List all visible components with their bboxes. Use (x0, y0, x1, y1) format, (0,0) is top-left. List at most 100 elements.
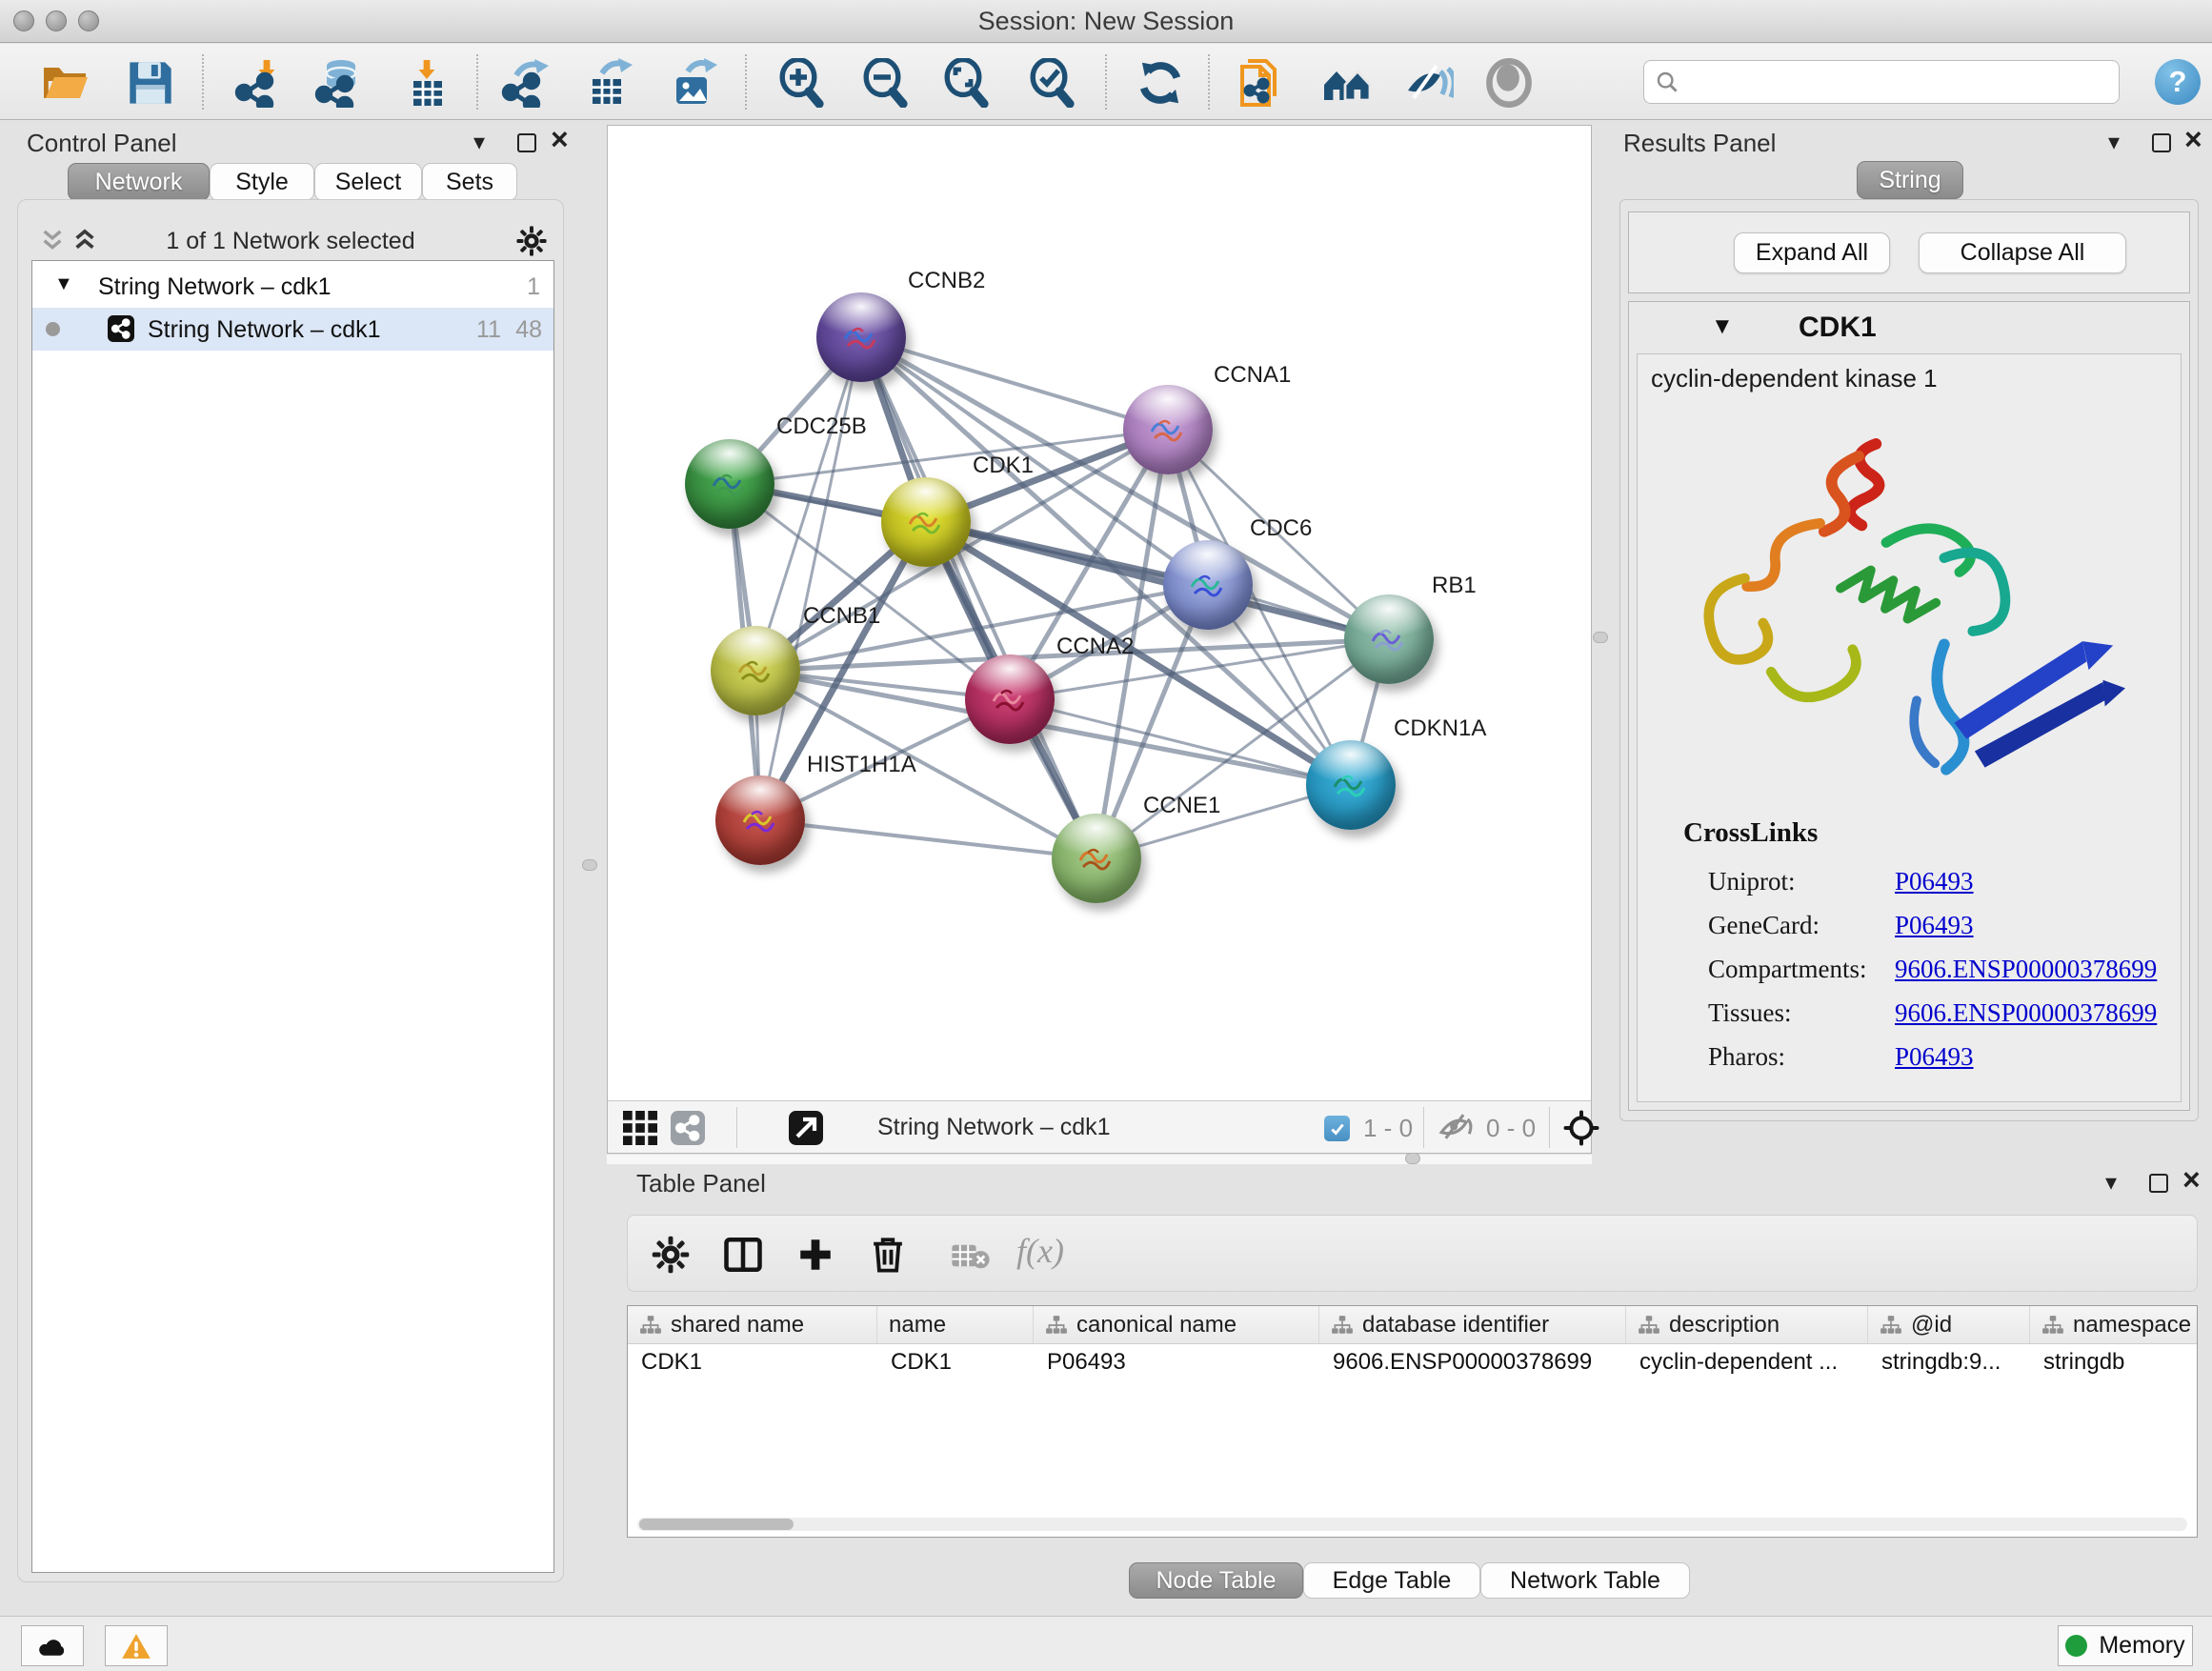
network-node-hist1h1a[interactable] (715, 775, 805, 865)
network-row[interactable]: String Network – cdk1 11 48 (32, 308, 553, 351)
hide-selected-button[interactable] (1402, 56, 1456, 110)
horizontal-scrollbar[interactable] (637, 1518, 2187, 1531)
crosslink-link[interactable]: P06493 (1895, 911, 1974, 940)
search-input[interactable] (1686, 69, 2107, 95)
network-node-ccnb1[interactable] (711, 626, 800, 715)
protein-section-header[interactable]: ▼ CDK1 (1629, 302, 2189, 353)
splitter-handle[interactable] (1593, 632, 1608, 643)
panel-menu-icon[interactable]: ▾ (473, 129, 485, 156)
crosshair-icon[interactable] (1562, 1109, 1600, 1147)
table-cell[interactable]: CDK1 (628, 1344, 877, 1380)
show-columns-icon[interactable] (723, 1235, 763, 1275)
export-image-button[interactable] (667, 56, 720, 110)
zoom-in-button[interactable] (774, 56, 827, 110)
network-view-mode-icon[interactable] (671, 1111, 705, 1145)
panel-close-icon[interactable]: × (2184, 122, 2202, 157)
crosslink-link[interactable]: P06493 (1895, 1042, 1974, 1072)
selected-checkbox[interactable] (1324, 1116, 1350, 1141)
import-network-database-button[interactable] (312, 56, 366, 110)
panel-float-icon[interactable] (517, 133, 536, 152)
crosslink-link[interactable]: 9606.ENSP00000378699 (1895, 955, 2157, 984)
network-canvas[interactable]: CCNB2 CCNA1 CDC25B CDK1 CDC6 RB1 CCNB1 C… (608, 126, 1591, 1100)
crosslink-link[interactable]: P06493 (1895, 867, 1974, 896)
network-options-gear-icon[interactable] (515, 225, 548, 257)
open-session-button[interactable] (38, 56, 91, 110)
network-edge[interactable] (861, 337, 1168, 430)
import-table-file-button[interactable] (400, 56, 453, 110)
cloud-button[interactable] (21, 1625, 84, 1666)
tab-network[interactable]: Network (68, 163, 210, 201)
network-node-rb1[interactable] (1344, 594, 1434, 684)
table-cell[interactable]: stringdb (2030, 1344, 2198, 1380)
network-edge[interactable] (760, 337, 861, 820)
network-node-ccna1[interactable] (1123, 385, 1213, 474)
column-header--id[interactable]: @id (1868, 1306, 2030, 1343)
network-edge[interactable] (926, 522, 1389, 639)
tab-sets[interactable]: Sets (422, 163, 517, 201)
save-session-button[interactable] (124, 56, 177, 110)
panel-menu-icon[interactable]: ▾ (2108, 129, 2120, 156)
export-network-button[interactable] (499, 56, 553, 110)
network-node-cdkn1a[interactable] (1306, 740, 1396, 830)
table-options-gear-icon[interactable] (651, 1235, 691, 1275)
table-cell[interactable]: cyclin-dependent ... (1626, 1344, 1868, 1380)
column-header-shared-name[interactable]: shared name (628, 1306, 877, 1343)
network-node-ccne1[interactable] (1052, 814, 1141, 903)
tab-string[interactable]: String (1857, 161, 1963, 199)
grid-view-icon[interactable] (623, 1111, 657, 1145)
help-button[interactable]: ? (2155, 59, 2201, 105)
show-all-button[interactable] (1482, 56, 1536, 110)
network-node-cdk1[interactable] (881, 477, 971, 567)
table-cell[interactable]: stringdb:9... (1868, 1344, 2030, 1380)
add-column-icon[interactable] (795, 1235, 835, 1275)
zoom-fit-button[interactable] (938, 56, 992, 110)
column-header-description[interactable]: description (1626, 1306, 1868, 1343)
delete-column-trash-icon[interactable] (868, 1235, 908, 1275)
network-collection-row[interactable]: ▼ String Network – cdk1 1 (32, 265, 553, 308)
memory-button[interactable]: Memory (2058, 1625, 2193, 1666)
collapse-all-button[interactable]: Collapse All (1919, 232, 2126, 273)
network-node-cdc25b[interactable] (685, 439, 774, 529)
splitter-handle[interactable] (1405, 1153, 1420, 1164)
splitter-handle[interactable] (582, 859, 597, 871)
table-cell[interactable]: P06493 (1034, 1344, 1319, 1380)
export-table-button[interactable] (583, 56, 636, 110)
panel-menu-icon[interactable]: ▾ (2105, 1169, 2117, 1197)
network-edge[interactable] (861, 337, 1096, 858)
column-header-namespace[interactable]: namespace (2030, 1306, 2198, 1343)
panel-float-icon[interactable] (2152, 133, 2171, 152)
column-header-name[interactable]: name (877, 1306, 1034, 1343)
horizontal-splitter[interactable] (607, 1155, 1592, 1164)
first-neighbors-button[interactable] (1320, 56, 1374, 110)
tab-network-table[interactable]: Network Table (1480, 1562, 1690, 1599)
column-header-canonical-name[interactable]: canonical name (1034, 1306, 1319, 1343)
network-edge[interactable] (760, 820, 1096, 858)
expand-all-button[interactable]: Expand All (1734, 232, 1890, 273)
import-public-databases-button[interactable] (1235, 56, 1288, 110)
zoom-out-button[interactable] (857, 56, 911, 110)
import-network-file-button[interactable] (232, 56, 286, 110)
warnings-button[interactable] (105, 1625, 168, 1666)
table-row[interactable]: CDK1CDK1P064939606.ENSP00000378699cyclin… (628, 1344, 2197, 1380)
tab-select[interactable]: Select (314, 163, 422, 201)
column-header-database-identifier[interactable]: database identifier (1319, 1306, 1626, 1343)
scrollbar-thumb[interactable] (639, 1519, 794, 1530)
panel-close-icon[interactable]: × (551, 122, 569, 157)
zoom-selected-button[interactable] (1024, 56, 1077, 110)
section-expander-icon[interactable]: ▼ (1711, 313, 1734, 340)
panel-float-icon[interactable] (2149, 1174, 2168, 1193)
tab-style[interactable]: Style (210, 163, 314, 201)
tab-node-table[interactable]: Node Table (1129, 1562, 1303, 1599)
control-panel-header: Control Panel ▾ × (10, 125, 572, 161)
network-node-ccna2[interactable] (965, 654, 1055, 744)
network-node-ccnb2[interactable] (816, 292, 906, 382)
tab-edge-table[interactable]: Edge Table (1303, 1562, 1480, 1599)
panel-close-icon[interactable]: × (2182, 1162, 2201, 1198)
crosslink-link[interactable]: 9606.ENSP00000378699 (1895, 998, 2157, 1028)
birdseye-view-icon[interactable] (789, 1111, 823, 1145)
table-cell[interactable]: CDK1 (877, 1344, 1034, 1380)
table-cell[interactable]: 9606.ENSP00000378699 (1319, 1344, 1626, 1380)
collection-expander-icon[interactable]: ▼ (54, 273, 73, 295)
network-node-cdc6[interactable] (1163, 540, 1253, 630)
refresh-view-button[interactable] (1134, 56, 1187, 110)
